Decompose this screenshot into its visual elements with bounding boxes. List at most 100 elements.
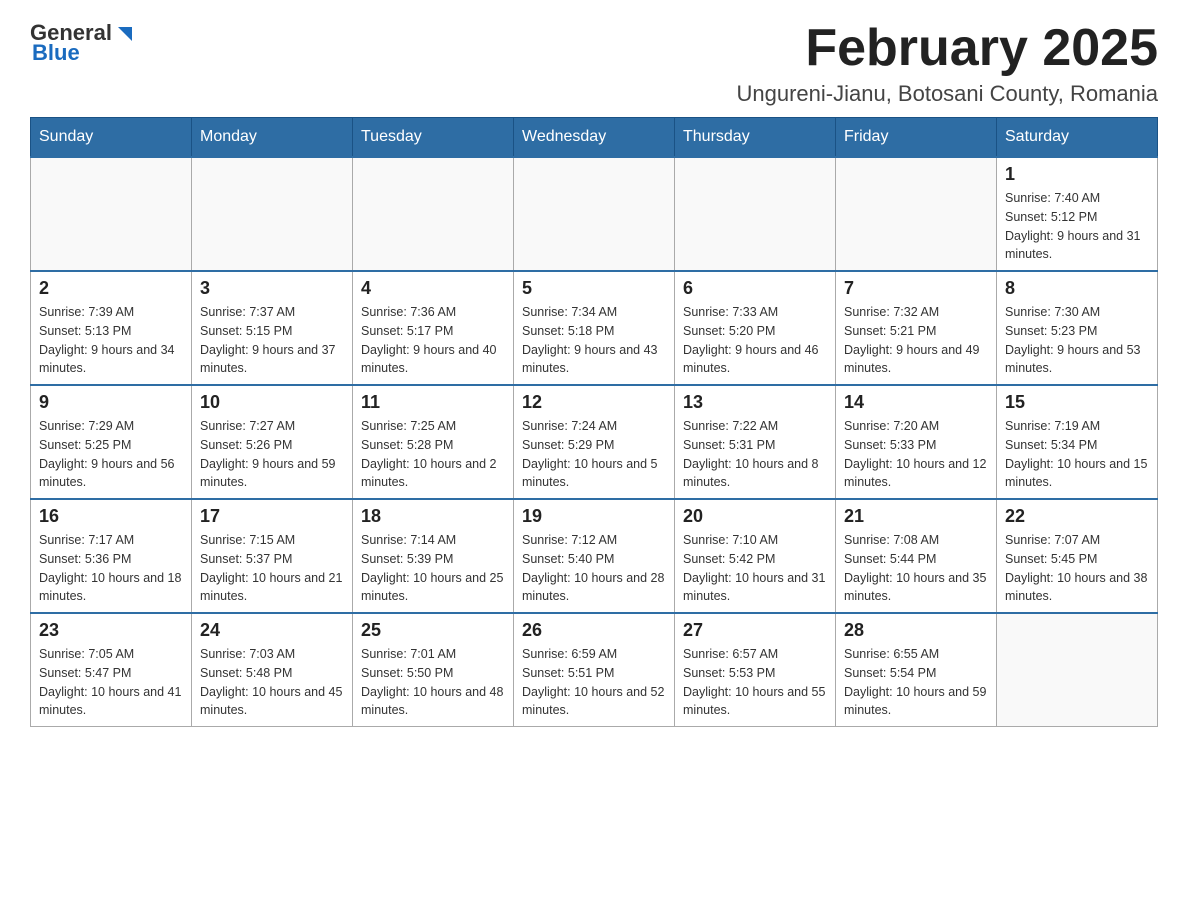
day-number: 13 bbox=[683, 392, 827, 413]
calendar-cell: 18 Sunrise: 7:14 AMSunset: 5:39 PMDayligh… bbox=[353, 499, 514, 613]
day-info: Sunrise: 7:15 AMSunset: 5:37 PMDaylight:… bbox=[200, 531, 344, 606]
day-number: 8 bbox=[1005, 278, 1149, 299]
location-title: Ungureni-Jianu, Botosani County, Romania bbox=[737, 81, 1159, 107]
day-number: 14 bbox=[844, 392, 988, 413]
day-info: Sunrise: 7:37 AMSunset: 5:15 PMDaylight:… bbox=[200, 303, 344, 378]
day-number: 11 bbox=[361, 392, 505, 413]
calendar-cell: 10 Sunrise: 7:27 AMSunset: 5:26 PMDayligh… bbox=[192, 385, 353, 499]
weekday-header-row: SundayMondayTuesdayWednesdayThursdayFrid… bbox=[31, 118, 1158, 158]
calendar-cell: 13 Sunrise: 7:22 AMSunset: 5:31 PMDayligh… bbox=[675, 385, 836, 499]
calendar-cell: 22Sunrise: 7:07 AMSunset: 5:45 PMDayligh… bbox=[997, 499, 1158, 613]
day-info: Sunrise: 7:33 AMSunset: 5:20 PMDaylight:… bbox=[683, 303, 827, 378]
calendar-cell: 17 Sunrise: 7:15 AMSunset: 5:37 PMDayligh… bbox=[192, 499, 353, 613]
day-info: Sunrise: 7:12 AMSunset: 5:40 PMDaylight:… bbox=[522, 531, 666, 606]
day-info: Sunrise: 6:57 AMSunset: 5:53 PMDaylight:… bbox=[683, 645, 827, 720]
day-number: 19 bbox=[522, 506, 666, 527]
week-row-1: 2 Sunrise: 7:39 AMSunset: 5:13 PMDaylight… bbox=[31, 271, 1158, 385]
calendar-cell bbox=[31, 157, 192, 271]
day-number: 15 bbox=[1005, 392, 1149, 413]
day-info: Sunrise: 7:01 AMSunset: 5:50 PMDaylight:… bbox=[361, 645, 505, 720]
day-info: Sunrise: 7:03 AMSunset: 5:48 PMDaylight:… bbox=[200, 645, 344, 720]
day-number: 3 bbox=[200, 278, 344, 299]
calendar-cell bbox=[836, 157, 997, 271]
calendar-cell bbox=[997, 613, 1158, 727]
calendar-cell: 27 Sunrise: 6:57 AMSunset: 5:53 PMDayligh… bbox=[675, 613, 836, 727]
day-info: Sunrise: 6:59 AMSunset: 5:51 PMDaylight:… bbox=[522, 645, 666, 720]
day-info: Sunrise: 7:27 AMSunset: 5:26 PMDaylight:… bbox=[200, 417, 344, 492]
calendar-cell: 12Sunrise: 7:24 AMSunset: 5:29 PMDayligh… bbox=[514, 385, 675, 499]
day-info: Sunrise: 7:29 AMSunset: 5:25 PMDaylight:… bbox=[39, 417, 183, 492]
weekday-header-thursday: Thursday bbox=[675, 118, 836, 158]
calendar-cell: 5 Sunrise: 7:34 AMSunset: 5:18 PMDaylight… bbox=[514, 271, 675, 385]
logo-triangle-icon bbox=[114, 23, 136, 45]
calendar-cell: 9 Sunrise: 7:29 AMSunset: 5:25 PMDaylight… bbox=[31, 385, 192, 499]
week-row-0: 1 Sunrise: 7:40 AMSunset: 5:12 PMDaylight… bbox=[31, 157, 1158, 271]
day-number: 16 bbox=[39, 506, 183, 527]
day-number: 22 bbox=[1005, 506, 1149, 527]
day-info: Sunrise: 7:40 AMSunset: 5:12 PMDaylight:… bbox=[1005, 189, 1149, 264]
day-number: 6 bbox=[683, 278, 827, 299]
calendar-cell: 8Sunrise: 7:30 AMSunset: 5:23 PMDaylight… bbox=[997, 271, 1158, 385]
calendar-cell: 1 Sunrise: 7:40 AMSunset: 5:12 PMDaylight… bbox=[997, 157, 1158, 271]
week-row-3: 16Sunrise: 7:17 AMSunset: 5:36 PMDayligh… bbox=[31, 499, 1158, 613]
week-row-4: 23 Sunrise: 7:05 AMSunset: 5:47 PMDayligh… bbox=[31, 613, 1158, 727]
day-number: 12 bbox=[522, 392, 666, 413]
day-number: 20 bbox=[683, 506, 827, 527]
calendar-cell bbox=[514, 157, 675, 271]
day-info: Sunrise: 7:14 AMSunset: 5:39 PMDaylight:… bbox=[361, 531, 505, 606]
day-number: 5 bbox=[522, 278, 666, 299]
month-title: February 2025 bbox=[737, 20, 1159, 77]
title-section: February 2025 Ungureni-Jianu, Botosani C… bbox=[737, 20, 1159, 107]
calendar-cell: 6 Sunrise: 7:33 AMSunset: 5:20 PMDaylight… bbox=[675, 271, 836, 385]
weekday-header-monday: Monday bbox=[192, 118, 353, 158]
day-number: 28 bbox=[844, 620, 988, 641]
calendar-cell bbox=[675, 157, 836, 271]
calendar-cell: 28 Sunrise: 6:55 AMSunset: 5:54 PMDayligh… bbox=[836, 613, 997, 727]
day-info: Sunrise: 7:20 AMSunset: 5:33 PMDaylight:… bbox=[844, 417, 988, 492]
day-number: 1 bbox=[1005, 164, 1149, 185]
day-number: 21 bbox=[844, 506, 988, 527]
day-number: 23 bbox=[39, 620, 183, 641]
day-number: 24 bbox=[200, 620, 344, 641]
calendar-cell bbox=[353, 157, 514, 271]
day-number: 7 bbox=[844, 278, 988, 299]
calendar-cell: 14 Sunrise: 7:20 AMSunset: 5:33 PMDayligh… bbox=[836, 385, 997, 499]
day-info: Sunrise: 7:22 AMSunset: 5:31 PMDaylight:… bbox=[683, 417, 827, 492]
calendar-cell bbox=[192, 157, 353, 271]
calendar-cell: 3 Sunrise: 7:37 AMSunset: 5:15 PMDaylight… bbox=[192, 271, 353, 385]
calendar-cell: 7Sunrise: 7:32 AMSunset: 5:21 PMDaylight… bbox=[836, 271, 997, 385]
day-info: Sunrise: 7:05 AMSunset: 5:47 PMDaylight:… bbox=[39, 645, 183, 720]
calendar-cell: 19 Sunrise: 7:12 AMSunset: 5:40 PMDayligh… bbox=[514, 499, 675, 613]
day-number: 18 bbox=[361, 506, 505, 527]
logo-blue-text: Blue bbox=[32, 40, 80, 66]
day-number: 10 bbox=[200, 392, 344, 413]
calendar-cell: 21 Sunrise: 7:08 AMSunset: 5:44 PMDayligh… bbox=[836, 499, 997, 613]
day-number: 26 bbox=[522, 620, 666, 641]
calendar-cell: 16Sunrise: 7:17 AMSunset: 5:36 PMDayligh… bbox=[31, 499, 192, 613]
day-info: Sunrise: 7:34 AMSunset: 5:18 PMDaylight:… bbox=[522, 303, 666, 378]
page-header: General Blue February 2025 Ungureni-Jian… bbox=[30, 20, 1158, 107]
calendar-cell: 15 Sunrise: 7:19 AMSunset: 5:34 PMDayligh… bbox=[997, 385, 1158, 499]
weekday-header-friday: Friday bbox=[836, 118, 997, 158]
day-number: 9 bbox=[39, 392, 183, 413]
calendar-cell: 4Sunrise: 7:36 AMSunset: 5:17 PMDaylight… bbox=[353, 271, 514, 385]
day-info: Sunrise: 7:39 AMSunset: 5:13 PMDaylight:… bbox=[39, 303, 183, 378]
logo: General Blue bbox=[30, 20, 136, 66]
day-info: Sunrise: 7:19 AMSunset: 5:34 PMDaylight:… bbox=[1005, 417, 1149, 492]
calendar-cell: 23 Sunrise: 7:05 AMSunset: 5:47 PMDayligh… bbox=[31, 613, 192, 727]
calendar-cell: 20 Sunrise: 7:10 AMSunset: 5:42 PMDayligh… bbox=[675, 499, 836, 613]
day-info: Sunrise: 7:36 AMSunset: 5:17 PMDaylight:… bbox=[361, 303, 505, 378]
week-row-2: 9 Sunrise: 7:29 AMSunset: 5:25 PMDaylight… bbox=[31, 385, 1158, 499]
day-number: 17 bbox=[200, 506, 344, 527]
calendar-cell: 11Sunrise: 7:25 AMSunset: 5:28 PMDayligh… bbox=[353, 385, 514, 499]
day-info: Sunrise: 6:55 AMSunset: 5:54 PMDaylight:… bbox=[844, 645, 988, 720]
day-info: Sunrise: 7:10 AMSunset: 5:42 PMDaylight:… bbox=[683, 531, 827, 606]
calendar-cell: 2 Sunrise: 7:39 AMSunset: 5:13 PMDaylight… bbox=[31, 271, 192, 385]
calendar-cell: 25Sunrise: 7:01 AMSunset: 5:50 PMDayligh… bbox=[353, 613, 514, 727]
day-number: 27 bbox=[683, 620, 827, 641]
weekday-header-wednesday: Wednesday bbox=[514, 118, 675, 158]
calendar-cell: 26 Sunrise: 6:59 AMSunset: 5:51 PMDayligh… bbox=[514, 613, 675, 727]
day-info: Sunrise: 7:08 AMSunset: 5:44 PMDaylight:… bbox=[844, 531, 988, 606]
day-number: 2 bbox=[39, 278, 183, 299]
calendar-table: SundayMondayTuesdayWednesdayThursdayFrid… bbox=[30, 117, 1158, 727]
